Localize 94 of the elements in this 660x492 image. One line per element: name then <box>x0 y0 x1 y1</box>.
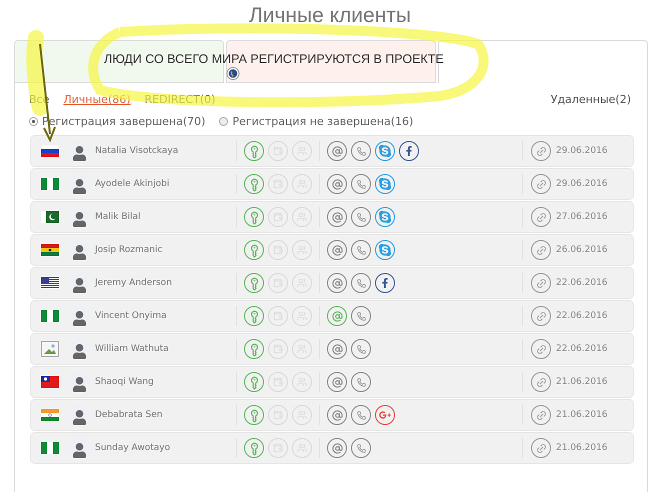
key-icon[interactable] <box>244 339 264 359</box>
link-icon[interactable] <box>531 306 551 326</box>
client-name: Ayodele Akinjobi <box>95 179 170 189</box>
email-icon[interactable] <box>327 405 347 425</box>
date-text: 27.06.2016 <box>556 212 608 222</box>
key-icon[interactable] <box>244 207 264 227</box>
date-text: 21.06.2016 <box>556 443 608 453</box>
phone-icon[interactable] <box>351 174 371 194</box>
avatar-icon <box>69 306 89 326</box>
google-plus-icon[interactable] <box>375 405 395 425</box>
banner-text: ЛЮДИ СО ВСЕГО МИРА РЕГИСТРИРУЮТСЯ В ПРОЕКТЕ <box>104 52 444 66</box>
link-icon[interactable] <box>531 405 551 425</box>
phone-icon[interactable] <box>351 207 371 227</box>
avatar-icon <box>69 174 89 194</box>
email-icon[interactable] <box>327 240 347 260</box>
radio-button[interactable] <box>219 117 228 126</box>
email-icon[interactable] <box>327 174 347 194</box>
skype-icon[interactable] <box>375 240 395 260</box>
client-row[interactable]: Sunday Awotayo 21.06.2016 <box>31 433 633 463</box>
avatar-icon <box>69 438 89 458</box>
link-icon[interactable] <box>531 207 551 227</box>
phone-icon[interactable] <box>351 438 371 458</box>
avatar-icon <box>69 405 89 425</box>
phone-icon[interactable] <box>351 339 371 359</box>
client-name: Vincent Onyima <box>95 311 168 321</box>
facebook-icon[interactable] <box>375 273 395 293</box>
key-icon[interactable] <box>244 141 264 161</box>
date-text: 26.06.2016 <box>556 245 608 255</box>
phone-icon[interactable] <box>351 141 371 161</box>
date-text: 22.06.2016 <box>556 311 608 321</box>
client-row[interactable]: Josip Rozmanic 26.06.2016 <box>31 235 633 265</box>
radio-label: Регистрация не завершена(16) <box>232 115 414 128</box>
client-name: Sunday Awotayo <box>95 443 172 453</box>
link-icon[interactable] <box>531 174 551 194</box>
link-icon[interactable] <box>531 438 551 458</box>
avatar-icon <box>69 141 89 161</box>
key-icon[interactable] <box>244 438 264 458</box>
filter-link[interactable]: Личные(86) <box>63 93 131 106</box>
email-icon[interactable] <box>327 339 347 359</box>
avatar-icon <box>69 372 89 392</box>
key-icon[interactable] <box>244 372 264 392</box>
client-row[interactable]: William Wathuta 22.06.2016 <box>31 334 633 364</box>
key-icon[interactable] <box>244 273 264 293</box>
email-icon[interactable] <box>327 273 347 293</box>
phone-icon[interactable] <box>351 405 371 425</box>
email-icon[interactable] <box>327 306 347 326</box>
key-icon[interactable] <box>244 306 264 326</box>
phone-icon[interactable] <box>351 306 371 326</box>
skype-icon[interactable] <box>375 174 395 194</box>
client-row[interactable]: Malik Bilal 27.06.2016 <box>31 202 633 232</box>
date-text: 29.06.2016 <box>556 146 608 156</box>
date-text: 21.06.2016 <box>556 377 608 387</box>
key-icon[interactable] <box>244 405 264 425</box>
page-title: Личные клиенты <box>248 3 412 29</box>
client-row[interactable]: Natalia Visotckaya 29.06.2016 <box>31 136 633 166</box>
key-icon[interactable] <box>244 174 264 194</box>
email-icon[interactable] <box>327 141 347 161</box>
avatar-icon <box>69 240 89 260</box>
client-row[interactable]: Vincent Onyima 22.06.2016 <box>31 301 633 331</box>
date-text: 22.06.2016 <box>556 278 608 288</box>
client-name: Jeremy Anderson <box>95 278 173 288</box>
link-icon[interactable] <box>531 372 551 392</box>
link-icon[interactable] <box>531 141 551 161</box>
date-text: 21.06.2016 <box>556 410 608 420</box>
avatar-icon <box>69 339 89 359</box>
avatar-icon <box>69 273 89 293</box>
phone-icon[interactable] <box>351 372 371 392</box>
facebook-icon[interactable] <box>399 141 419 161</box>
key-icon[interactable] <box>244 240 264 260</box>
skype-icon[interactable] <box>375 207 395 227</box>
phone-icon[interactable] <box>351 273 371 293</box>
link-icon[interactable] <box>531 273 551 293</box>
date-text: 22.06.2016 <box>556 344 608 354</box>
skype-icon[interactable] <box>375 141 395 161</box>
avatar-icon <box>69 207 89 227</box>
email-icon[interactable] <box>327 438 347 458</box>
link-icon[interactable] <box>531 240 551 260</box>
email-icon[interactable] <box>327 372 347 392</box>
client-row[interactable]: Ayodele Akinjobi 29.06.2016 <box>31 169 633 199</box>
email-icon[interactable] <box>327 207 347 227</box>
client-name: Malik Bilal <box>95 212 142 222</box>
client-name: Josip Rozmanic <box>95 245 164 255</box>
client-name: Natalia Visotckaya <box>95 146 180 156</box>
client-row[interactable]: Shaoqi Wang 21.06.2016 <box>31 367 633 397</box>
client-name: Debabrata Sen <box>95 410 164 420</box>
phone-icon[interactable] <box>351 240 371 260</box>
radio-button[interactable] <box>29 117 38 126</box>
client-row[interactable]: Jeremy Anderson 22.06.2016 <box>31 268 633 298</box>
client-name: William Wathuta <box>95 344 170 354</box>
date-text: 29.06.2016 <box>556 179 608 189</box>
client-row[interactable]: Debabrata Sen 21.06.2016 <box>31 400 633 430</box>
client-name: Shaoqi Wang <box>95 377 155 387</box>
link-icon[interactable] <box>531 339 551 359</box>
filter-link[interactable]: Удаленные(2) <box>550 93 631 106</box>
